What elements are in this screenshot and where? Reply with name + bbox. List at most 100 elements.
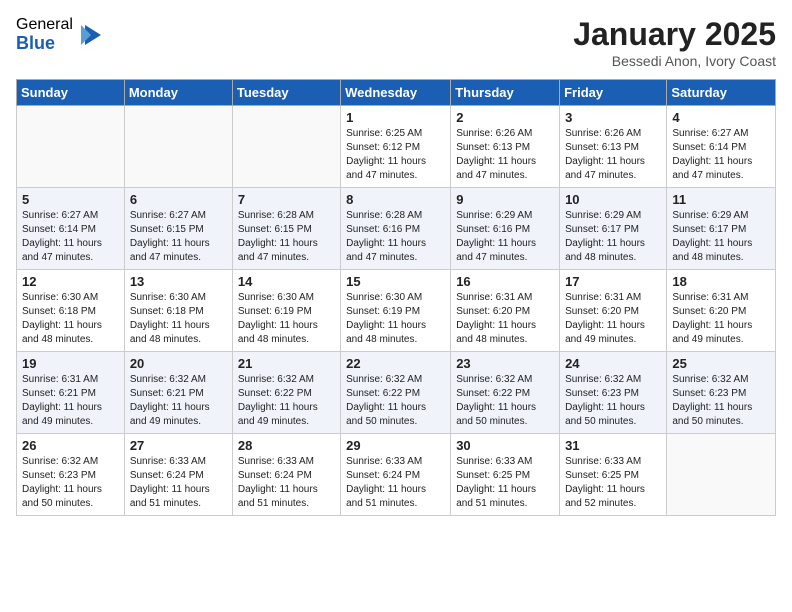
day-number: 24 xyxy=(565,356,661,371)
day-cell-30: 30 Sunrise: 6:33 AM Sunset: 6:25 PM Dayli… xyxy=(451,434,560,516)
day-number: 30 xyxy=(456,438,554,453)
day-cell-5: 5Sunrise: 6:27 AM Sunset: 6:14 PM Daylig… xyxy=(17,188,125,270)
day-info: Sunrise: 6:27 AM Sunset: 6:14 PM Dayligh… xyxy=(672,127,770,183)
day-number: 26 xyxy=(22,438,119,453)
day-cell-4: 4 Sunrise: 6:27 AM Sunset: 6:14 PM Daylig… xyxy=(667,106,776,188)
day-number: 14 xyxy=(238,274,335,289)
logo-icon xyxy=(77,21,105,49)
day-number: 28 xyxy=(238,438,335,453)
day-number: 17 xyxy=(565,274,661,289)
day-number: 7 xyxy=(238,192,335,207)
day-info: Sunrise: 6:33 AM Sunset: 6:24 PM Dayligh… xyxy=(346,455,445,511)
day-info: Sunrise: 6:29 AM Sunset: 6:17 PM Dayligh… xyxy=(565,209,661,265)
day-info: Sunrise: 6:33 AM Sunset: 6:25 PM Dayligh… xyxy=(456,455,554,511)
day-number: 4 xyxy=(672,110,770,125)
day-cell-14: 14 Sunrise: 6:30 AM Sunset: 6:19 PM Dayli… xyxy=(232,270,340,352)
week-row-2: 5Sunrise: 6:27 AM Sunset: 6:14 PM Daylig… xyxy=(17,188,776,270)
day-info: Sunrise: 6:28 AM Sunset: 6:16 PM Dayligh… xyxy=(346,209,445,265)
logo: General Blue xyxy=(16,16,105,53)
weekday-header-sunday: Sunday xyxy=(17,80,125,106)
day-info: Sunrise: 6:28 AM Sunset: 6:15 PM Dayligh… xyxy=(238,209,335,265)
day-number: 23 xyxy=(456,356,554,371)
day-number: 16 xyxy=(456,274,554,289)
calendar: SundayMondayTuesdayWednesdayThursdayFrid… xyxy=(16,79,776,516)
logo-text: General Blue xyxy=(16,16,73,53)
day-cell-19: 19Sunrise: 6:31 AM Sunset: 6:21 PM Dayli… xyxy=(17,352,125,434)
day-number: 27 xyxy=(130,438,227,453)
day-cell-27: 27 Sunrise: 6:33 AM Sunset: 6:24 PM Dayli… xyxy=(124,434,232,516)
day-info: Sunrise: 6:30 AM Sunset: 6:19 PM Dayligh… xyxy=(346,291,445,347)
day-cell-22: 22 Sunrise: 6:32 AM Sunset: 6:22 PM Dayli… xyxy=(341,352,451,434)
day-info: Sunrise: 6:33 AM Sunset: 6:25 PM Dayligh… xyxy=(565,455,661,511)
day-cell-6: 6 Sunrise: 6:27 AM Sunset: 6:15 PM Daylig… xyxy=(124,188,232,270)
weekday-header-tuesday: Tuesday xyxy=(232,80,340,106)
day-info: Sunrise: 6:26 AM Sunset: 6:13 PM Dayligh… xyxy=(565,127,661,183)
day-cell-17: 17 Sunrise: 6:31 AM Sunset: 6:20 PM Dayli… xyxy=(560,270,667,352)
day-cell-29: 29 Sunrise: 6:33 AM Sunset: 6:24 PM Dayli… xyxy=(341,434,451,516)
weekday-header-row: SundayMondayTuesdayWednesdayThursdayFrid… xyxy=(17,80,776,106)
day-cell-16: 16 Sunrise: 6:31 AM Sunset: 6:20 PM Dayli… xyxy=(451,270,560,352)
day-info: Sunrise: 6:30 AM Sunset: 6:19 PM Dayligh… xyxy=(238,291,335,347)
day-cell-15: 15 Sunrise: 6:30 AM Sunset: 6:19 PM Dayli… xyxy=(341,270,451,352)
day-cell-23: 23Sunrise: 6:32 AM Sunset: 6:22 PM Dayli… xyxy=(451,352,560,434)
day-cell-28: 28 Sunrise: 6:33 AM Sunset: 6:24 PM Dayli… xyxy=(232,434,340,516)
empty-cell xyxy=(667,434,776,516)
day-number: 10 xyxy=(565,192,661,207)
page-header: General Blue January 2025 Bessedi Anon, … xyxy=(16,16,776,69)
day-number: 6 xyxy=(130,192,227,207)
day-number: 15 xyxy=(346,274,445,289)
day-cell-12: 12Sunrise: 6:30 AM Sunset: 6:18 PM Dayli… xyxy=(17,270,125,352)
title-block: January 2025 Bessedi Anon, Ivory Coast xyxy=(573,16,776,69)
location: Bessedi Anon, Ivory Coast xyxy=(573,53,776,69)
day-cell-24: 24 Sunrise: 6:32 AM Sunset: 6:23 PM Dayli… xyxy=(560,352,667,434)
month-title: January 2025 xyxy=(573,16,776,53)
day-info: Sunrise: 6:30 AM Sunset: 6:18 PM Dayligh… xyxy=(22,291,119,347)
weekday-header-wednesday: Wednesday xyxy=(341,80,451,106)
day-number: 9 xyxy=(456,192,554,207)
day-cell-21: 21 Sunrise: 6:32 AM Sunset: 6:22 PM Dayli… xyxy=(232,352,340,434)
day-cell-1: 1Sunrise: 6:25 AM Sunset: 6:12 PM Daylig… xyxy=(341,106,451,188)
day-info: Sunrise: 6:32 AM Sunset: 6:23 PM Dayligh… xyxy=(22,455,119,511)
week-row-1: 1Sunrise: 6:25 AM Sunset: 6:12 PM Daylig… xyxy=(17,106,776,188)
day-info: Sunrise: 6:29 AM Sunset: 6:16 PM Dayligh… xyxy=(456,209,554,265)
day-cell-31: 31 Sunrise: 6:33 AM Sunset: 6:25 PM Dayli… xyxy=(560,434,667,516)
logo-blue: Blue xyxy=(16,34,73,54)
day-number: 20 xyxy=(130,356,227,371)
day-info: Sunrise: 6:32 AM Sunset: 6:22 PM Dayligh… xyxy=(238,373,335,429)
weekday-header-saturday: Saturday xyxy=(667,80,776,106)
day-cell-26: 26 Sunrise: 6:32 AM Sunset: 6:23 PM Dayli… xyxy=(17,434,125,516)
logo-general: General xyxy=(16,16,73,34)
day-number: 1 xyxy=(346,110,445,125)
day-info: Sunrise: 6:32 AM Sunset: 6:23 PM Dayligh… xyxy=(565,373,661,429)
day-number: 8 xyxy=(346,192,445,207)
day-number: 29 xyxy=(346,438,445,453)
week-row-4: 19Sunrise: 6:31 AM Sunset: 6:21 PM Dayli… xyxy=(17,352,776,434)
day-number: 3 xyxy=(565,110,661,125)
day-number: 25 xyxy=(672,356,770,371)
day-number: 13 xyxy=(130,274,227,289)
day-cell-9: 9 Sunrise: 6:29 AM Sunset: 6:16 PM Daylig… xyxy=(451,188,560,270)
day-info: Sunrise: 6:27 AM Sunset: 6:15 PM Dayligh… xyxy=(130,209,227,265)
day-cell-25: 25Sunrise: 6:32 AM Sunset: 6:23 PM Dayli… xyxy=(667,352,776,434)
day-info: Sunrise: 6:29 AM Sunset: 6:17 PM Dayligh… xyxy=(672,209,770,265)
empty-cell xyxy=(17,106,125,188)
empty-cell xyxy=(232,106,340,188)
empty-cell xyxy=(124,106,232,188)
day-cell-11: 11 Sunrise: 6:29 AM Sunset: 6:17 PM Dayli… xyxy=(667,188,776,270)
day-cell-10: 10 Sunrise: 6:29 AM Sunset: 6:17 PM Dayli… xyxy=(560,188,667,270)
day-info: Sunrise: 6:31 AM Sunset: 6:21 PM Dayligh… xyxy=(22,373,119,429)
day-info: Sunrise: 6:31 AM Sunset: 6:20 PM Dayligh… xyxy=(456,291,554,347)
day-info: Sunrise: 6:31 AM Sunset: 6:20 PM Dayligh… xyxy=(565,291,661,347)
day-number: 5 xyxy=(22,192,119,207)
day-info: Sunrise: 6:32 AM Sunset: 6:22 PM Dayligh… xyxy=(346,373,445,429)
day-cell-20: 20Sunrise: 6:32 AM Sunset: 6:21 PM Dayli… xyxy=(124,352,232,434)
day-info: Sunrise: 6:33 AM Sunset: 6:24 PM Dayligh… xyxy=(238,455,335,511)
week-row-3: 12Sunrise: 6:30 AM Sunset: 6:18 PM Dayli… xyxy=(17,270,776,352)
week-row-5: 26 Sunrise: 6:32 AM Sunset: 6:23 PM Dayli… xyxy=(17,434,776,516)
day-number: 11 xyxy=(672,192,770,207)
day-cell-2: 2Sunrise: 6:26 AM Sunset: 6:13 PM Daylig… xyxy=(451,106,560,188)
day-number: 22 xyxy=(346,356,445,371)
day-info: Sunrise: 6:33 AM Sunset: 6:24 PM Dayligh… xyxy=(130,455,227,511)
day-number: 21 xyxy=(238,356,335,371)
day-number: 31 xyxy=(565,438,661,453)
